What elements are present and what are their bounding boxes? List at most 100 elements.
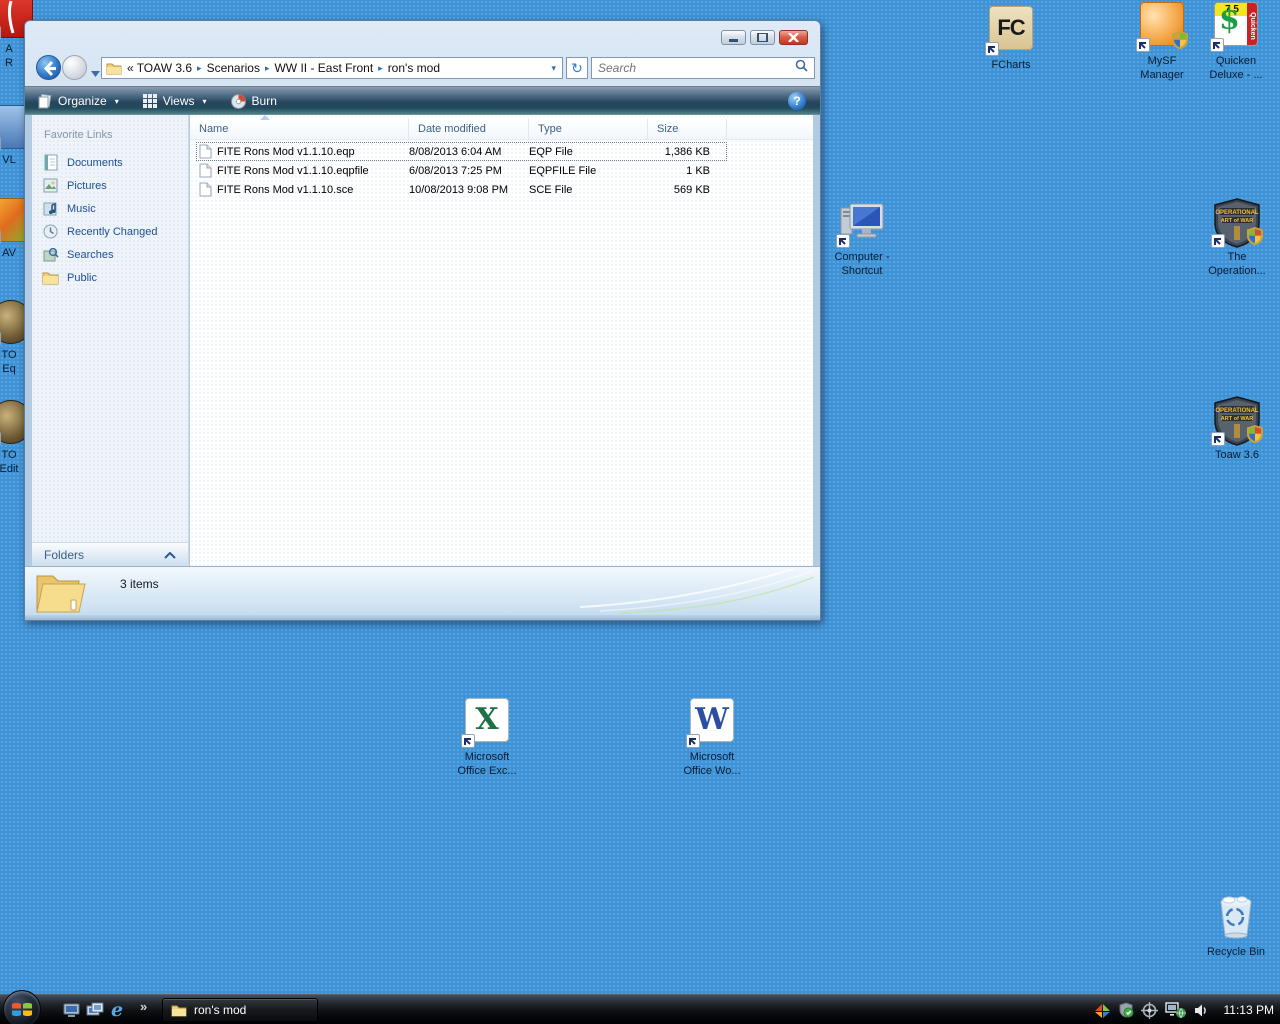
- dropdown-arrow-icon: ▾: [202, 96, 207, 106]
- file-icon: [199, 182, 212, 197]
- favorite-links-title: Favorite Links: [44, 129, 113, 141]
- address-dropdown-arrow-icon[interactable]: ▾: [545, 63, 562, 74]
- item-count: 3 items: [120, 577, 159, 591]
- uac-shield-icon: [1170, 30, 1190, 54]
- shortcut-arrow-icon: [1136, 38, 1150, 52]
- search-input[interactable]: [592, 61, 795, 75]
- file-row[interactable]: FITE Rons Mod v1.1.10.eqp 8/08/2013 6:04…: [196, 142, 727, 161]
- searches-icon: [43, 247, 59, 262]
- swoosh-decoration: [579, 569, 815, 614]
- help-button[interactable]: ?: [788, 92, 806, 110]
- minimize-button[interactable]: [721, 30, 746, 45]
- network-tray-icon[interactable]: [1164, 1001, 1187, 1019]
- shortcut-arrow-icon: [1211, 234, 1225, 248]
- sidebar-item-music[interactable]: Music: [32, 197, 188, 220]
- crosshair-tray-icon[interactable]: [1140, 1001, 1158, 1019]
- views-button[interactable]: Views ▾: [131, 87, 219, 115]
- desktop-icon-quicken[interactable]: 7.5 $ Quicken Quicken Deluxe - ...: [1197, 2, 1275, 82]
- big-folder-icon: [36, 575, 86, 613]
- forward-button[interactable]: [62, 55, 87, 80]
- desktop-icon-computer-shortcut[interactable]: Computer - Shortcut: [823, 198, 901, 278]
- folders-band[interactable]: Folders: [32, 542, 189, 566]
- start-button[interactable]: [3, 990, 41, 1024]
- internet-explorer-button[interactable]: e: [106, 999, 128, 1021]
- search-box[interactable]: [591, 57, 815, 79]
- organize-button[interactable]: Organize ▾: [25, 87, 131, 115]
- shortcut-arrow-icon: [686, 734, 700, 748]
- back-button[interactable]: [36, 55, 61, 80]
- pictures-icon: [43, 178, 58, 193]
- switch-windows-button[interactable]: [84, 999, 106, 1021]
- sidebar-item-searches[interactable]: Searches: [32, 243, 188, 266]
- notification-area: 11:13 PM: [1094, 995, 1274, 1024]
- recently-changed-icon: [43, 224, 58, 239]
- folder-icon: [106, 63, 122, 75]
- burn-icon: [230, 93, 246, 109]
- taskbar-task-rons-mod[interactable]: ron's mod: [162, 998, 318, 1022]
- refresh-button[interactable]: ↻: [566, 57, 588, 79]
- svg-text:OPERATIONAL: OPERATIONAL: [1215, 210, 1259, 216]
- desktop-icon-excel[interactable]: X Microsoft Office Exc...: [448, 698, 526, 778]
- burn-button[interactable]: Burn: [219, 87, 289, 115]
- desktop-icon-recycle-bin[interactable]: Recycle Bin: [1197, 893, 1275, 959]
- favorite-links-pane: Favorite Links Documents Pictures Music …: [32, 115, 189, 542]
- search-icon: [795, 59, 814, 77]
- breadcrumb-separator-icon[interactable]: ▸: [376, 63, 385, 74]
- shortcut-arrow-icon: [985, 42, 999, 56]
- desktop-icon-mysf-manager[interactable]: MySF Manager: [1123, 2, 1201, 82]
- file-row[interactable]: FITE Rons Mod v1.1.10.sce 10/08/2013 9:0…: [196, 180, 727, 199]
- uac-shield-icon: [1245, 424, 1265, 448]
- column-header-type[interactable]: Type: [529, 119, 648, 140]
- desktop-icon-toaw-36[interactable]: OPERATIONAL ART of WAR Toaw 3.6: [1198, 396, 1276, 462]
- dropdown-arrow-icon: ▾: [114, 96, 119, 106]
- svg-text:OPERATIONAL: OPERATIONAL: [1215, 408, 1259, 414]
- taskbar-clock[interactable]: 11:13 PM: [1216, 1003, 1274, 1017]
- public-folder-icon: [42, 272, 59, 285]
- breadcrumb-item-rons-mod[interactable]: ron's mod: [388, 61, 440, 75]
- file-row[interactable]: FITE Rons Mod v1.1.10.eqpfile 6/08/2013 …: [196, 161, 727, 180]
- command-bar: Organize ▾ Views ▾ Burn ?: [25, 86, 820, 115]
- column-header-size[interactable]: Size: [648, 119, 727, 140]
- sidebar-item-public[interactable]: Public: [32, 266, 188, 289]
- breadcrumb-overflow-chevron[interactable]: «: [127, 61, 134, 75]
- column-header-date-modified[interactable]: Date modified: [409, 119, 529, 140]
- file-icon: [199, 163, 212, 178]
- breadcrumb: « TOAW 3.6 ▸ Scenarios ▸ WW II - East Fr…: [127, 61, 440, 75]
- window-bottom-frame: [25, 615, 820, 620]
- breadcrumb-item-toaw36[interactable]: TOAW 3.6: [137, 61, 192, 75]
- views-icon: [142, 94, 157, 108]
- shortcut-arrow-icon: [1211, 432, 1225, 446]
- close-button[interactable]: [779, 30, 808, 45]
- security-check-tray-icon[interactable]: [1118, 1002, 1134, 1018]
- quick-launch-overflow-chevron[interactable]: »: [140, 999, 147, 1014]
- explorer-window: « TOAW 3.6 ▸ Scenarios ▸ WW II - East Fr…: [24, 20, 821, 621]
- music-icon: [43, 202, 57, 216]
- file-rows: FITE Rons Mod v1.1.10.eqp 8/08/2013 6:04…: [196, 142, 727, 199]
- dollar-glyph: $: [1219, 2, 1240, 37]
- explorer-content: Favorite Links Documents Pictures Music …: [25, 115, 820, 566]
- svg-text:ART of WAR: ART of WAR: [1221, 218, 1253, 224]
- documents-icon: [44, 154, 58, 171]
- breadcrumb-item-wwii-east-front[interactable]: WW II - East Front: [274, 61, 373, 75]
- desktop-icon-word[interactable]: W Microsoft Office Wo...: [673, 698, 751, 778]
- address-bar[interactable]: « TOAW 3.6 ▸ Scenarios ▸ WW II - East Fr…: [101, 57, 563, 79]
- column-header-name[interactable]: Name: [190, 115, 409, 140]
- shortcut-arrow-icon: [0, 432, 1, 446]
- sidebar-item-pictures[interactable]: Pictures: [32, 174, 188, 197]
- volume-tray-icon[interactable]: [1194, 1003, 1209, 1018]
- maximize-button[interactable]: [750, 30, 775, 45]
- shortcut-arrow-icon: [0, 332, 1, 346]
- icon-label: A: [5, 43, 13, 55]
- shortcut-arrow-icon: [0, 230, 1, 244]
- navigation-bar: « TOAW 3.6 ▸ Scenarios ▸ WW II - East Fr…: [25, 53, 820, 86]
- show-desktop-button[interactable]: [60, 999, 82, 1021]
- recent-pages-dropdown[interactable]: [91, 64, 100, 82]
- breadcrumb-separator-icon[interactable]: ▸: [195, 63, 204, 74]
- desktop-icon-fcharts[interactable]: FC FCharts: [972, 6, 1050, 72]
- sidebar-item-recently-changed[interactable]: Recently Changed: [32, 220, 188, 243]
- breadcrumb-item-scenarios[interactable]: Scenarios: [207, 61, 260, 75]
- avg-tray-icon[interactable]: [1094, 1002, 1111, 1019]
- desktop-icon-the-operational[interactable]: OPERATIONAL ART of WAR The Operation...: [1198, 198, 1276, 278]
- breadcrumb-separator-icon[interactable]: ▸: [263, 63, 272, 74]
- sidebar-item-documents[interactable]: Documents: [32, 151, 188, 174]
